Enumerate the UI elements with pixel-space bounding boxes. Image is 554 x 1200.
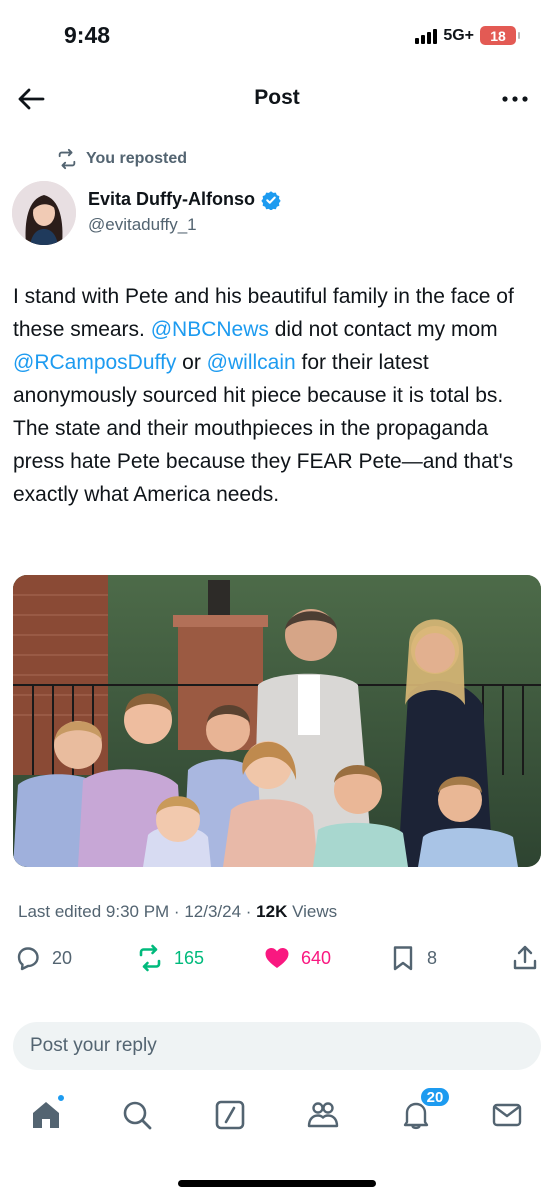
more-icon [502, 96, 528, 102]
battery-icon: 18 [480, 26, 520, 45]
tweet-text: I stand with Pete and his beautiful fami… [13, 280, 543, 511]
home-icon [33, 1102, 59, 1128]
nav-grok[interactable] [213, 1098, 247, 1132]
mention-link[interactable]: @RCamposDuffy [13, 351, 176, 374]
messages-icon [492, 1103, 522, 1127]
more-button[interactable] [498, 84, 532, 114]
avatar-image [12, 181, 76, 245]
family-photo-image [13, 575, 541, 867]
home-unread-dot [57, 1094, 65, 1102]
like-button[interactable]: 640 [263, 944, 331, 972]
status-bar: 9:48 5G+ 18 [0, 0, 554, 66]
reply-button[interactable]: 20 [14, 944, 72, 972]
nav-notifications[interactable]: 20 [399, 1086, 451, 1132]
search-icon [123, 1101, 152, 1130]
bookmark-icon [393, 946, 413, 971]
share-icon [513, 945, 537, 970]
reply-count: 20 [52, 947, 73, 968]
bottom-nav: 20 [0, 1086, 554, 1146]
mention-link[interactable]: @willcain [207, 351, 296, 374]
notifications-badge: 20 [419, 1086, 451, 1108]
repost-icon [139, 944, 161, 972]
nav-communities[interactable] [306, 1098, 340, 1132]
repost-label: You reposted [86, 150, 188, 167]
repost-indicator: You reposted [56, 148, 187, 170]
tweet-photo[interactable] [13, 575, 541, 867]
mention-link[interactable]: @NBCNews [151, 318, 269, 341]
edited-timestamp[interactable]: Last edited 9:30 PM · 12/3/24 · [18, 902, 256, 921]
post-header: Post [0, 74, 554, 124]
reply-icon [17, 947, 39, 971]
tweet-text-part: for their latest anonymously sourced hit… [13, 351, 514, 506]
views-label: Views [287, 902, 338, 921]
home-indicator[interactable] [178, 1180, 376, 1187]
repost-button[interactable]: 165 [136, 944, 204, 972]
action-bar: 20 165 640 8 [0, 944, 554, 978]
communities-icon [307, 1102, 339, 1128]
page-title: Post [254, 86, 300, 109]
author-handle[interactable]: @evitaduffy_1 [88, 215, 197, 235]
bookmark-count: 8 [427, 947, 438, 968]
status-indicators: 5G+ 18 [415, 26, 520, 45]
bookmark-button[interactable]: 8 [389, 944, 437, 972]
views-count: 12K [256, 902, 288, 921]
author-name-label: Evita Duffy-Alfonso [88, 189, 256, 209]
tweet-text-part: or [176, 351, 207, 374]
verified-icon [261, 190, 281, 210]
like-count: 640 [301, 947, 332, 968]
author-name[interactable]: Evita Duffy-Alfonso [88, 189, 281, 210]
post-meta: Last edited 9:30 PM · 12/3/24 · 12K View… [18, 902, 337, 922]
share-button[interactable] [511, 944, 539, 972]
status-time: 9:48 [64, 22, 111, 48]
repost-count: 165 [174, 947, 205, 968]
tweet-text-part: did not contact my mom [268, 318, 498, 341]
like-icon [265, 948, 289, 968]
network-label: 5G+ [443, 26, 474, 44]
nav-messages[interactable] [490, 1098, 524, 1132]
avatar[interactable] [12, 181, 76, 245]
reply-input[interactable]: Post your reply [13, 1022, 541, 1070]
nav-home[interactable] [29, 1094, 65, 1132]
signal-icon [415, 28, 438, 44]
nav-search[interactable] [120, 1098, 154, 1132]
grok-icon [215, 1100, 245, 1130]
repost-icon [58, 148, 76, 170]
